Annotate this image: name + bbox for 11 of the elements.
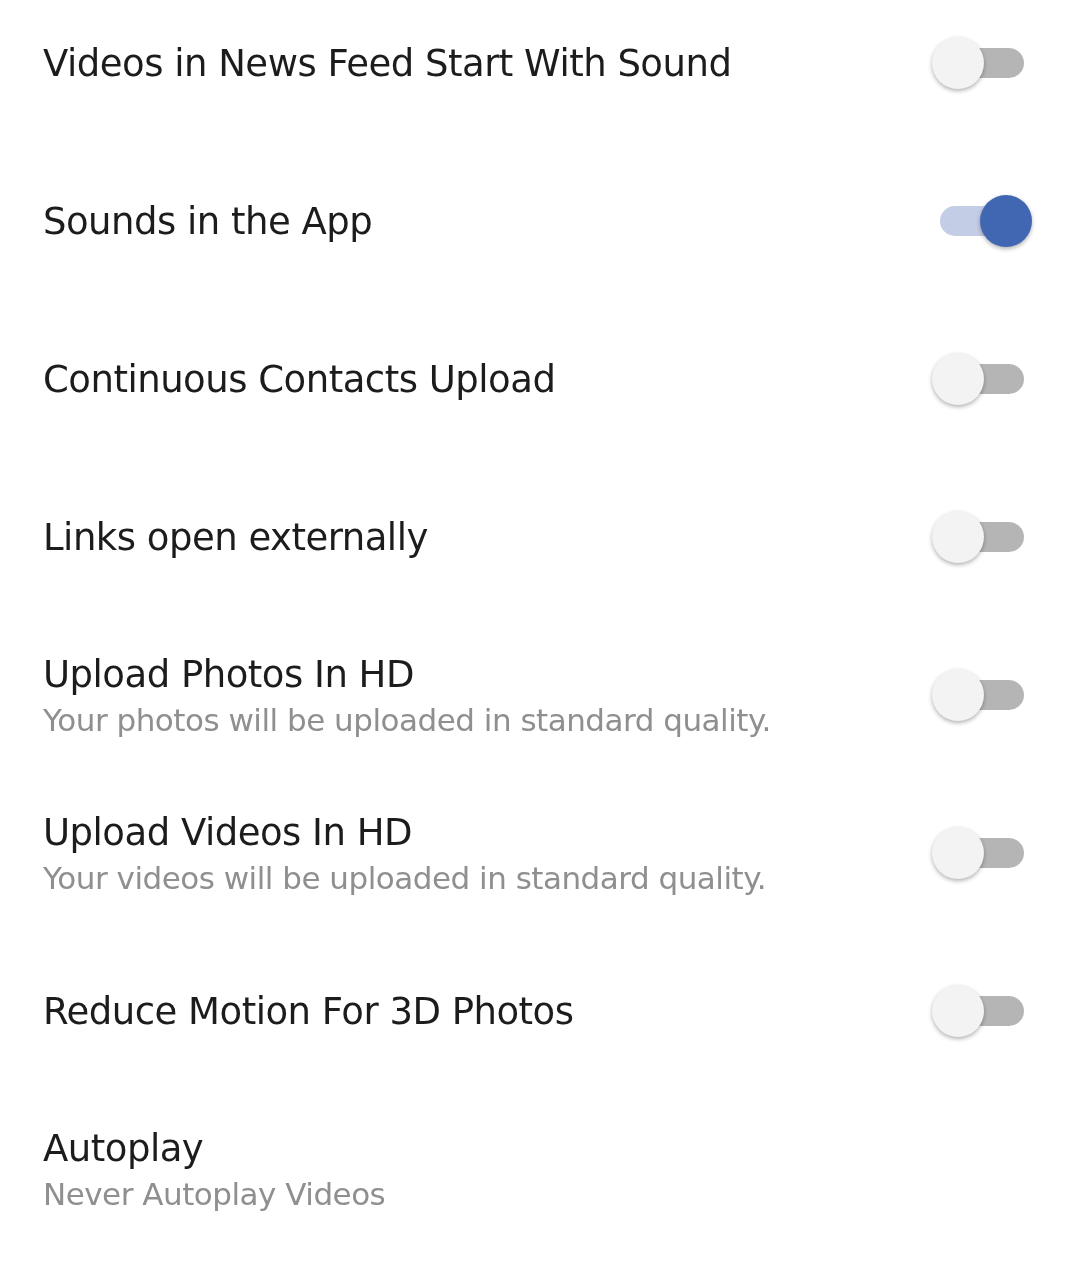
setting-title: Upload Photos In HD bbox=[43, 652, 415, 696]
setting-title: Autoplay bbox=[43, 1126, 205, 1170]
setting-description: Your photos will be uploaded in standard quality. bbox=[43, 701, 771, 738]
setting-title: Upload Videos In HD bbox=[43, 810, 414, 854]
setting-description: Never Autoplay Videos bbox=[43, 1175, 386, 1212]
setting-title: Videos in News Feed Start With Sound bbox=[43, 41, 732, 85]
setting-title: Continuous Contacts Upload bbox=[43, 357, 556, 401]
setting-title: Reduce Motion For 3D Photos bbox=[43, 989, 574, 1033]
setting-title: Links open externally bbox=[43, 515, 428, 559]
setting-description: Your videos will be uploaded in standard quality. bbox=[43, 859, 766, 896]
setting-title: Sounds in the App bbox=[43, 199, 373, 243]
